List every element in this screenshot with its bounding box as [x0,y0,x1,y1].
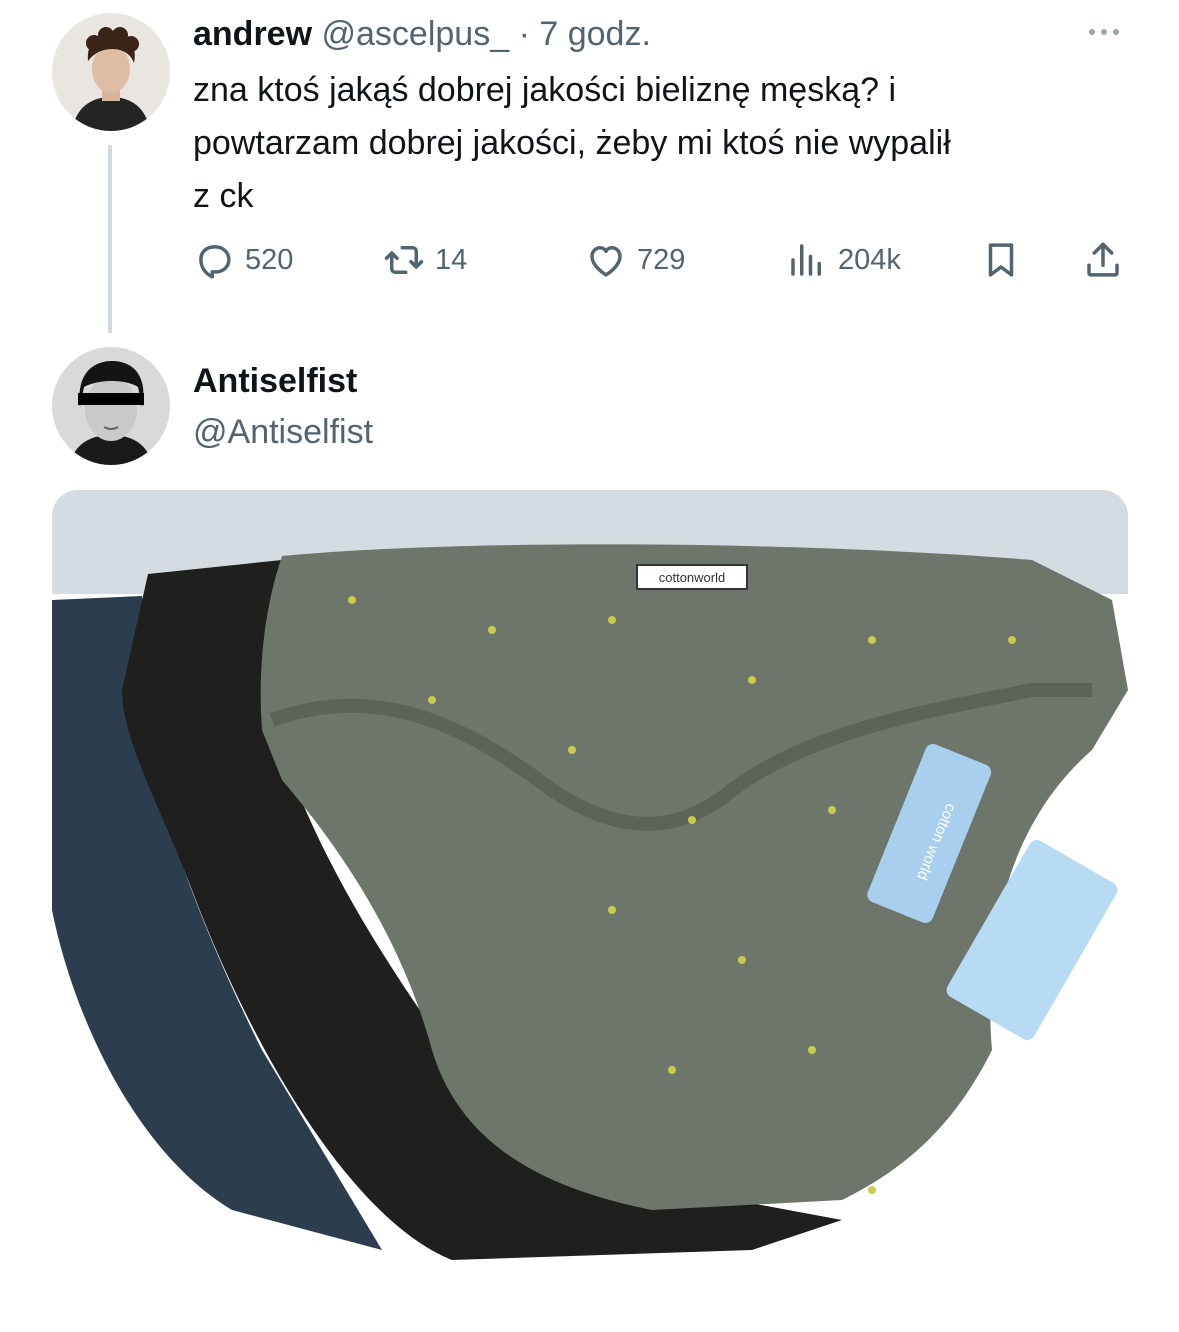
avatar-antiselfist[interactable] [52,347,170,465]
retweet-icon [384,246,424,274]
share-icon [1087,242,1119,277]
tweet1-action-bar: 520 14 729 204k [0,236,1179,284]
tweet1-author-handle[interactable]: @ascelpus_ [322,15,510,53]
tweet2-media-image[interactable]: cottonworld cotton world [52,490,1128,1300]
like-button[interactable]: 729 [585,236,685,284]
tweet1-text-line: powtarzam dobrej jakości, żeby mi ktoś n… [193,124,951,162]
views-icon [791,244,821,276]
tweet1-author-name[interactable]: andrew [193,15,312,53]
more-icon [1089,29,1119,35]
like-icon [590,246,622,277]
reply-count: 520 [245,243,294,276]
share-button[interactable] [1082,236,1134,284]
like-count: 729 [637,243,686,276]
tweet1-separator: · [518,15,530,53]
views-button[interactable]: 204k [786,236,901,284]
tweet1-text-line: zna ktoś jakąś dobrej jakości bieliznę m… [193,71,897,109]
brand-label-text: cottonworld [659,570,725,585]
reply-icon [199,245,231,279]
avatar-andrew[interactable] [52,13,170,131]
tweet1-text-line: z ck [193,177,254,215]
tweet1-timestamp[interactable]: 7 godz. [539,15,651,53]
reply-button[interactable]: 520 [193,236,293,284]
bookmark-icon [988,243,1014,277]
views-count: 204k [838,243,901,276]
tweet2-author-name[interactable]: Antiselfist [193,360,357,402]
tweet1-header: andrew @ascelpus_ · 7 godz. [193,14,651,54]
more-options-button[interactable] [1080,14,1128,50]
retweet-count: 14 [435,243,468,276]
bookmark-button[interactable] [980,236,1032,284]
retweet-button[interactable]: 14 [383,236,467,284]
tweet2-author-handle[interactable]: @Antiselfist [193,410,373,454]
tweet1-text: zna ktoś jakąś dobrej jakości bieliznę m… [193,64,1133,223]
